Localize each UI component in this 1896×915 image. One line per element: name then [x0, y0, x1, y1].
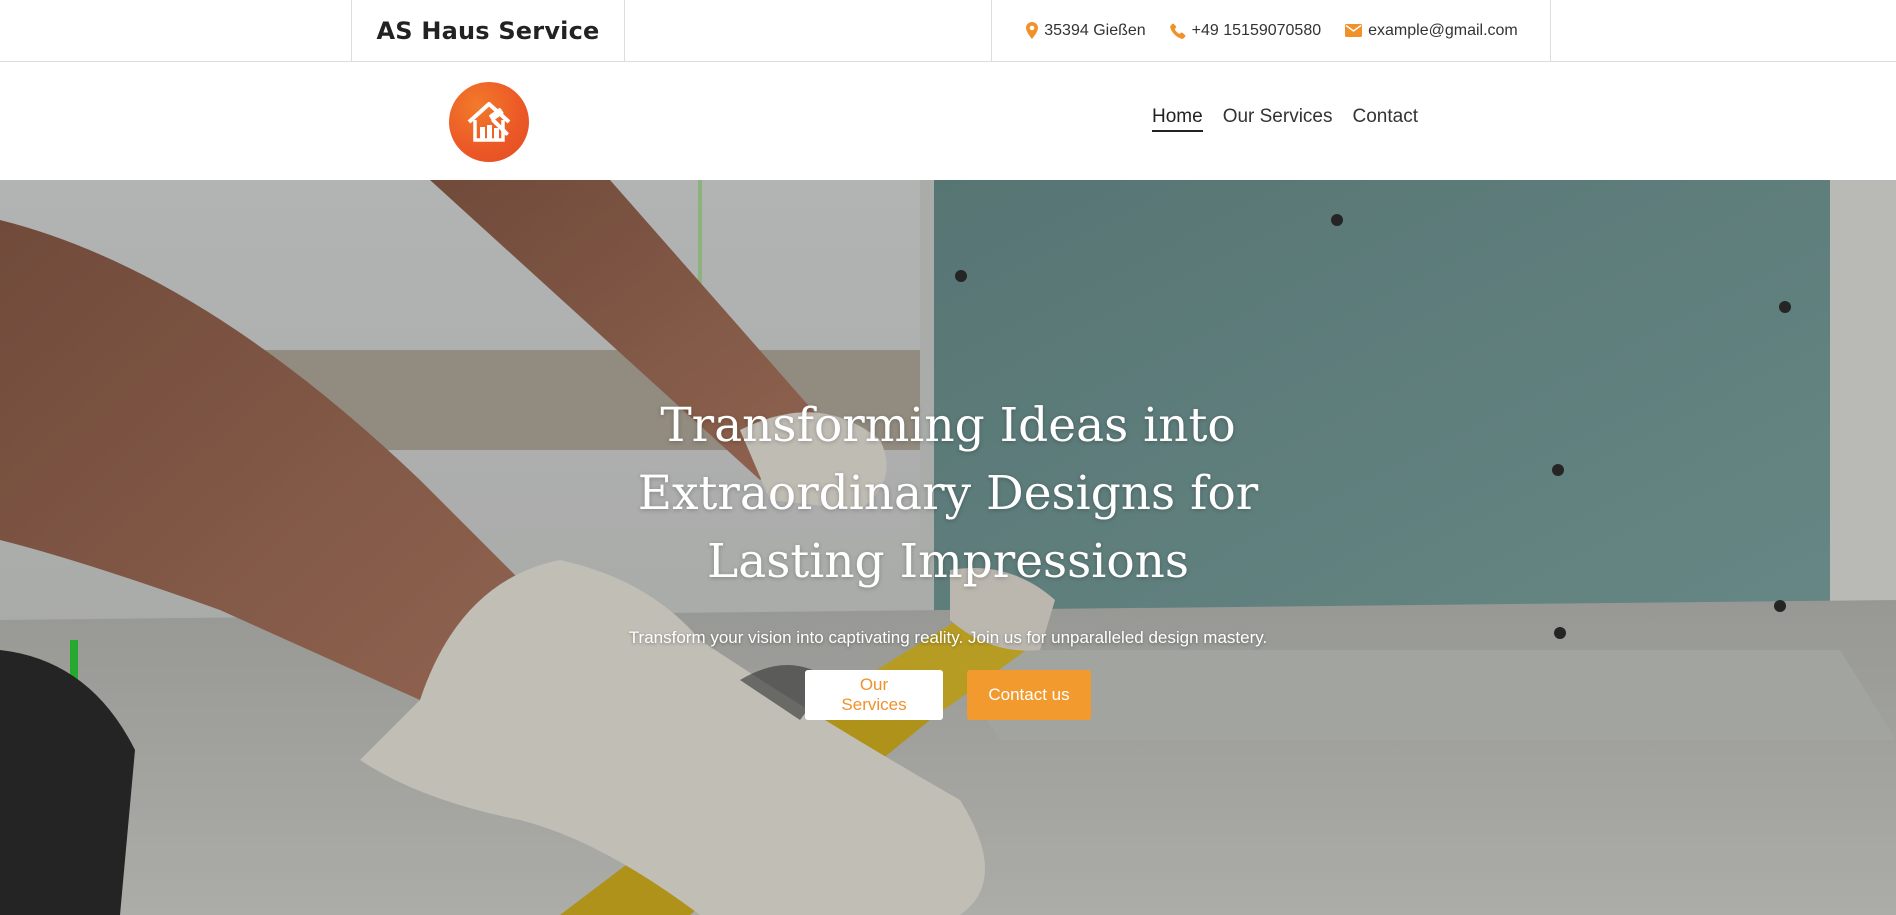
email-item[interactable]: example@gmail.com — [1345, 22, 1518, 40]
envelope-icon — [1345, 24, 1363, 37]
house-hammer-logo-icon[interactable] — [449, 82, 529, 162]
nav-link-our-services[interactable]: Our Services — [1223, 106, 1333, 132]
our-services-button[interactable]: Our Services — [805, 670, 943, 720]
contact-us-button[interactable]: Contact us — [967, 670, 1091, 720]
top-info-bar: AS Haus Service 35394 Gießen +49 1515907… — [0, 0, 1896, 62]
brand-name: AS Haus Service — [376, 16, 600, 45]
map-pin-icon — [1026, 22, 1039, 39]
nav-menu: Home Our Services Contact — [1152, 106, 1418, 132]
main-navbar: Home Our Services Contact — [0, 62, 1896, 180]
email-text: example@gmail.com — [1368, 21, 1518, 39]
divider — [624, 0, 625, 61]
nav-link-contact[interactable]: Contact — [1353, 106, 1418, 132]
hero-subtitle: Transform your vision into captivating r… — [628, 628, 1268, 647]
contact-strip: 35394 Gießen +49 15159070580 example@gma… — [992, 0, 1552, 61]
location-item: 35394 Gießen — [1026, 21, 1146, 40]
hero-section: Transforming Ideas into Extraordinary De… — [0, 180, 1896, 915]
phone-text: +49 15159070580 — [1191, 21, 1322, 39]
nav-link-home[interactable]: Home — [1152, 106, 1203, 132]
hero-buttons: Our Services Contact us — [548, 670, 1348, 720]
hero-title: Transforming Ideas into Extraordinary De… — [637, 398, 1259, 589]
phone-item[interactable]: +49 15159070580 — [1169, 21, 1322, 40]
phone-icon — [1169, 23, 1186, 39]
location-text: 35394 Gießen — [1044, 21, 1146, 39]
hero-content: Transforming Ideas into Extraordinary De… — [548, 392, 1348, 720]
